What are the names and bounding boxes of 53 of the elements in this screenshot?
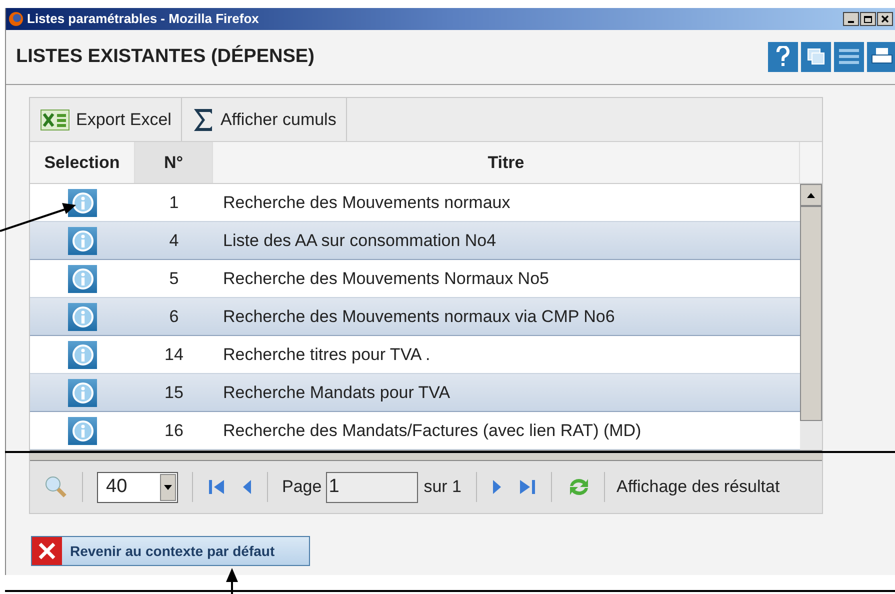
number-cell-text: 16 (164, 420, 184, 442)
close-button[interactable] (877, 12, 893, 26)
info-icon (72, 344, 94, 366)
page-field[interactable]: 1 (326, 472, 418, 502)
browser-icon (8, 11, 24, 27)
info-button[interactable] (68, 188, 97, 216)
results-status: Affichage des résultat (616, 476, 780, 498)
title-cell-text: Recherche des Mouvements normaux (222, 192, 510, 214)
toolbar-button[interactable]: Export Excel (30, 98, 182, 141)
info-icon (72, 306, 94, 328)
spreadsheet-icon (40, 108, 70, 132)
title-cell-text: Liste des AA sur consommation No4 (222, 230, 496, 252)
next-page-icon[interactable] (490, 477, 502, 497)
page-count: sur 1 (424, 476, 462, 498)
title-cell-text: Recherche titres pour TVA . (222, 344, 430, 366)
number-cell-text: 14 (164, 344, 184, 366)
maximize-button[interactable] (860, 12, 876, 26)
previous-page-icon[interactable] (241, 477, 253, 497)
column-header[interactable]: N° (135, 142, 213, 183)
first-page-icon[interactable] (207, 477, 227, 497)
annotation-arrow (226, 568, 238, 594)
info-icon (72, 192, 94, 214)
question-icon (776, 46, 790, 68)
sigma-icon (192, 106, 214, 132)
toolbar-button[interactable]: Afficher cumuls (182, 98, 348, 141)
minimize-button[interactable] (843, 12, 859, 26)
column-header[interactable]: Titre (213, 142, 800, 183)
title-cell-text: Recherche des Mouvements Normaux No5 (222, 268, 549, 290)
window-title: Listes paramétrables - Mozilla Firefox (27, 10, 259, 28)
reset-button[interactable]: Revenir au contexte par défaut (31, 536, 310, 566)
number-cell-text: 4 (168, 230, 180, 252)
dropdown-arrow-icon (164, 484, 172, 490)
close-icon (881, 15, 889, 23)
close-icon (38, 542, 56, 560)
page-title: LISTES EXISTANTES (DÉPENSE) (16, 44, 314, 69)
page-size-select[interactable]: 40 (97, 472, 178, 502)
number-cell-text: 15 (164, 382, 184, 404)
number-cell-text: 5 (168, 268, 180, 290)
number-cell-text: 1 (168, 192, 180, 214)
help-button[interactable] (768, 42, 798, 72)
title-cell-text: Recherche des Mandats/Factures (avec lien RAT) (MD) (222, 420, 642, 442)
screens-button[interactable] (801, 42, 831, 72)
number-cell-text: 6 (168, 306, 180, 328)
info-icon (72, 230, 94, 252)
info-icon (72, 268, 94, 290)
title-cell-text: Recherche Mandats pour TVA (222, 382, 450, 404)
page-label: Page (282, 476, 322, 498)
vertical-scrollbar[interactable] (800, 184, 822, 450)
print-button[interactable] (867, 42, 895, 72)
up-arrow-icon (807, 192, 816, 198)
title-cell-text: Recherche des Mouvements normaux via CMP No6 (222, 306, 615, 328)
info-icon (72, 382, 94, 404)
info-icon (72, 420, 94, 442)
